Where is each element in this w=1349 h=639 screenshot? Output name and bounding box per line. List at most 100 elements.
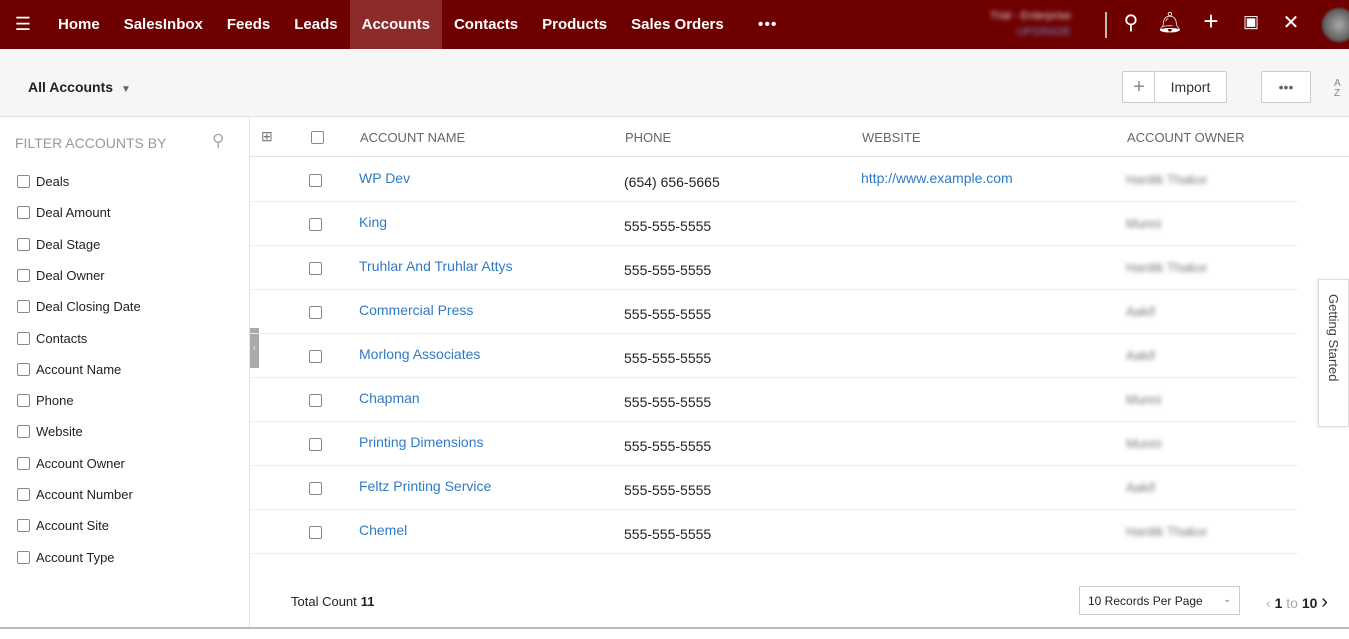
filter-label: Deal Owner bbox=[36, 267, 105, 283]
table-row[interactable]: Morlong Associates 555-555-5555 Aakif bbox=[250, 334, 1298, 378]
nav-tab-salesinbox[interactable]: SalesInbox bbox=[112, 0, 215, 49]
filter-checkbox[interactable] bbox=[17, 362, 30, 376]
menu-icon[interactable]: ☰ bbox=[0, 14, 46, 35]
more-modules-button[interactable]: ••• bbox=[758, 16, 778, 34]
filter-item[interactable]: Account Number bbox=[17, 487, 133, 502]
table-row[interactable]: WP Dev (654) 656-5665 http://www.example.c… bbox=[250, 158, 1298, 202]
filter-item[interactable]: Account Site bbox=[17, 518, 109, 533]
next-page-icon[interactable]: › bbox=[1321, 591, 1328, 613]
search-icon[interactable]: ⚲ bbox=[212, 131, 224, 151]
getting-started-panel[interactable]: Getting Started bbox=[1318, 279, 1349, 427]
filter-item[interactable]: Deal Owner bbox=[17, 268, 105, 283]
account-owner: Aakif bbox=[1126, 480, 1155, 495]
account-owner: Munni bbox=[1126, 392, 1162, 407]
phone: (654) 656-5665 bbox=[624, 174, 720, 190]
phone: 555-555-5555 bbox=[624, 526, 712, 542]
prev-page-icon[interactable]: ‹ bbox=[1266, 595, 1271, 611]
account-owner: Aakif bbox=[1126, 348, 1155, 363]
calendar-icon[interactable]: ▣ bbox=[1238, 12, 1264, 32]
row-checkbox[interactable] bbox=[309, 262, 322, 275]
filter-checkbox[interactable] bbox=[17, 456, 30, 470]
account-name-link[interactable]: Commercial Press bbox=[359, 302, 473, 318]
filter-label: Phone bbox=[36, 393, 74, 409]
filter-checkbox[interactable] bbox=[17, 175, 30, 188]
plus-icon[interactable]: + bbox=[1198, 6, 1224, 37]
column-website[interactable]: WEBSITE bbox=[862, 130, 921, 145]
records-per-page-select[interactable]: 10 Records Per Page ⌄ bbox=[1079, 586, 1240, 615]
nav-tab-home[interactable]: Home bbox=[46, 0, 112, 49]
filter-item[interactable]: Account Owner bbox=[17, 456, 125, 471]
filter-checkbox[interactable] bbox=[17, 550, 30, 564]
avatar[interactable] bbox=[1322, 8, 1349, 42]
column-account-owner[interactable]: ACCOUNT OWNER bbox=[1127, 130, 1244, 145]
filter-item[interactable]: Deals bbox=[17, 174, 69, 189]
column-phone[interactable]: PHONE bbox=[625, 130, 671, 145]
row-checkbox[interactable] bbox=[309, 438, 322, 451]
filter-item[interactable]: Deal Stage bbox=[17, 237, 100, 252]
website-link[interactable]: http://www.example.com bbox=[861, 170, 1013, 186]
filter-item[interactable]: Account Name bbox=[17, 362, 121, 377]
account-name-link[interactable]: WP Dev bbox=[359, 170, 410, 186]
more-actions-button[interactable]: ••• bbox=[1261, 71, 1311, 103]
account-name-link[interactable]: Chapman bbox=[359, 390, 420, 406]
filter-checkbox[interactable] bbox=[17, 394, 30, 408]
filter-checkbox[interactable] bbox=[17, 206, 30, 220]
nav-tab-accounts[interactable]: Accounts bbox=[349, 0, 442, 49]
row-checkbox[interactable] bbox=[309, 394, 322, 407]
filter-checkbox[interactable] bbox=[17, 300, 30, 314]
trial-info[interactable]: Trial - Enterprise UPGRADE bbox=[990, 10, 1071, 38]
total-count: Total Count 11 bbox=[291, 594, 375, 609]
filter-item[interactable]: Phone bbox=[17, 393, 74, 408]
filter-checkbox[interactable] bbox=[17, 425, 30, 439]
filter-checkbox[interactable] bbox=[17, 331, 30, 345]
add-button[interactable]: + bbox=[1122, 71, 1155, 103]
account-name-link[interactable]: Morlong Associates bbox=[359, 346, 480, 362]
row-checkbox[interactable] bbox=[309, 482, 322, 495]
filter-label: Contacts bbox=[36, 330, 88, 346]
table-row[interactable]: Chapman 555-555-5555 Munni bbox=[250, 378, 1298, 422]
filter-checkbox[interactable] bbox=[17, 237, 30, 251]
import-button[interactable]: Import bbox=[1154, 71, 1227, 103]
per-page-label: 10 Records Per Page bbox=[1088, 594, 1203, 608]
account-name-link[interactable]: Printing Dimensions bbox=[359, 434, 484, 450]
nav-tab-contacts[interactable]: Contacts bbox=[442, 0, 530, 49]
nav-tab-leads[interactable]: Leads bbox=[282, 0, 349, 49]
account-name-link[interactable]: Feltz Printing Service bbox=[359, 478, 491, 494]
filter-checkbox[interactable] bbox=[17, 519, 30, 533]
account-name-link[interactable]: Chemel bbox=[359, 522, 407, 538]
upgrade-link[interactable]: UPGRADE bbox=[990, 26, 1070, 38]
sort-icon[interactable]: A Z bbox=[1334, 79, 1342, 99]
filter-checkbox[interactable] bbox=[17, 268, 30, 282]
account-owner: Hardik Thakor bbox=[1126, 172, 1208, 187]
select-all-checkbox[interactable] bbox=[311, 131, 324, 144]
account-name-link[interactable]: Truhlar And Truhlar Attys bbox=[359, 258, 513, 274]
search-icon[interactable]: ⚲ bbox=[1118, 10, 1144, 35]
table-row[interactable]: Feltz Printing Service 555-555-5555 Aakif bbox=[250, 466, 1298, 510]
column-account-name[interactable]: ACCOUNT NAME bbox=[360, 130, 465, 145]
row-checkbox[interactable] bbox=[309, 218, 322, 231]
row-checkbox[interactable] bbox=[309, 526, 322, 539]
view-selector[interactable]: All Accounts ▼ bbox=[28, 79, 131, 95]
table-row[interactable]: King 555-555-5555 Munni bbox=[250, 202, 1298, 246]
setup-icon[interactable]: ✕ bbox=[1278, 10, 1304, 35]
table-row[interactable]: Commercial Press 555-555-5555 Aakif bbox=[250, 290, 1298, 334]
filter-checkbox[interactable] bbox=[17, 488, 30, 501]
bell-icon[interactable]: 🔔︎ bbox=[1157, 10, 1183, 35]
row-checkbox[interactable] bbox=[309, 306, 322, 319]
row-checkbox[interactable] bbox=[309, 174, 322, 187]
nav-tab-sales-orders[interactable]: Sales Orders bbox=[619, 0, 736, 49]
nav-tab-products[interactable]: Products bbox=[530, 0, 619, 49]
filter-item[interactable]: Contacts bbox=[17, 331, 87, 346]
row-checkbox[interactable] bbox=[309, 350, 322, 363]
filter-item[interactable]: Deal Amount bbox=[17, 205, 110, 220]
table-row[interactable]: Truhlar And Truhlar Attys 555-555-5555 Har… bbox=[250, 246, 1298, 290]
filter-item[interactable]: Account Type bbox=[17, 550, 115, 565]
column-settings-icon[interactable]: ⊞ bbox=[261, 128, 273, 145]
table-row[interactable]: Chemel 555-555-5555 Hardik Thakor bbox=[250, 510, 1298, 554]
table-row[interactable]: Printing Dimensions 555-555-5555 Munni bbox=[250, 422, 1298, 466]
nav-tab-feeds[interactable]: Feeds bbox=[215, 0, 282, 49]
filter-item[interactable]: Website bbox=[17, 424, 83, 439]
account-name-link[interactable]: King bbox=[359, 214, 387, 230]
filter-label: Account Number bbox=[36, 487, 133, 502]
filter-item[interactable]: Deal Closing Date bbox=[17, 299, 141, 314]
